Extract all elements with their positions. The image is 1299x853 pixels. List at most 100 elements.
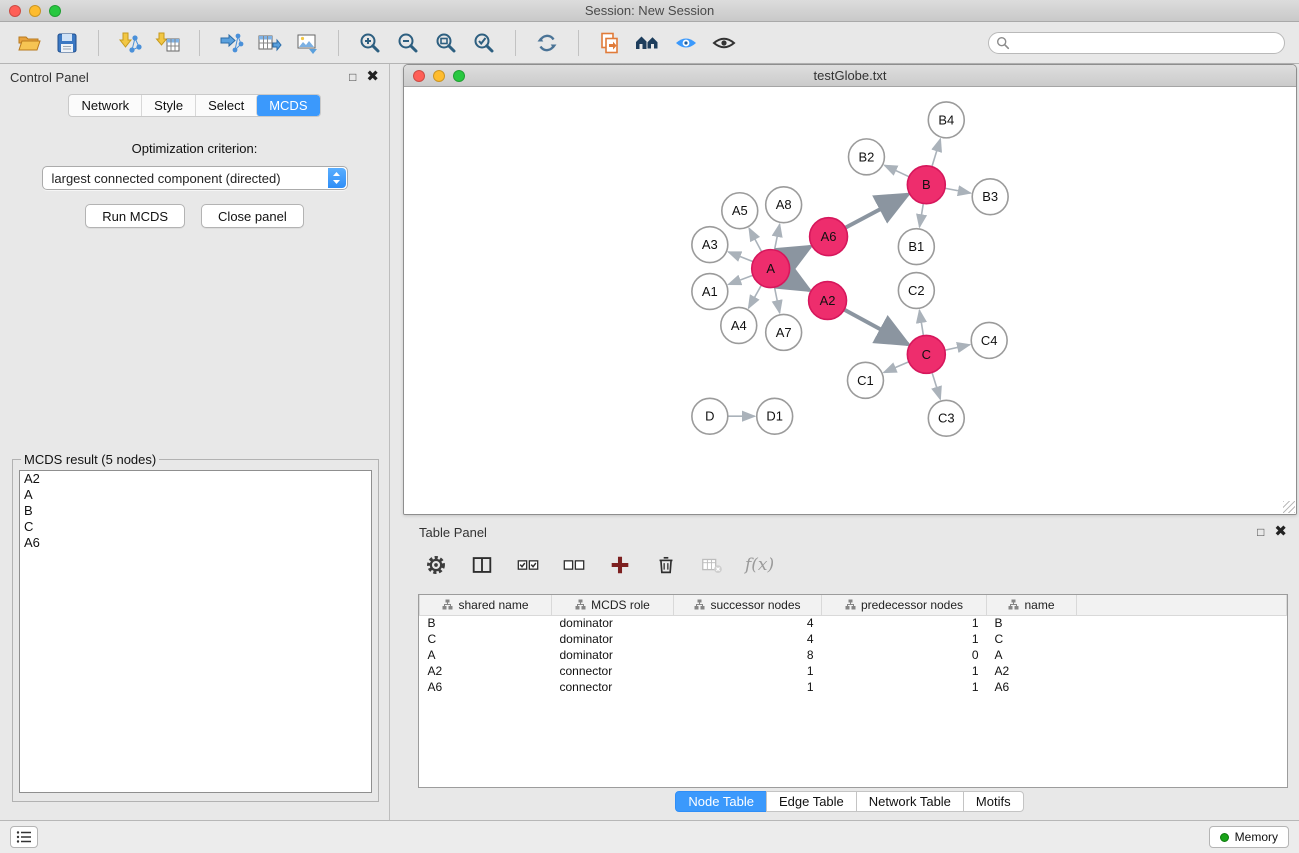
table-cell[interactable]: connector xyxy=(552,679,674,695)
column-header-name[interactable]: name xyxy=(987,595,1077,615)
zoom-in-icon[interactable] xyxy=(355,28,385,58)
table-cell[interactable]: 1 xyxy=(822,679,987,695)
graph-edge[interactable] xyxy=(728,275,752,284)
column-header-successor-nodes[interactable]: successor nodes xyxy=(674,595,822,615)
tab-select[interactable]: Select xyxy=(195,95,256,116)
table-row[interactable]: Cdominator41C xyxy=(420,631,1287,647)
table-cell[interactable]: 1 xyxy=(674,679,822,695)
tab-edge-table[interactable]: Edge Table xyxy=(766,791,857,812)
graph-edge[interactable] xyxy=(945,188,971,193)
table-cell[interactable]: 0 xyxy=(822,647,987,663)
result-item[interactable]: A xyxy=(20,487,371,503)
column-header-mcds-role[interactable]: MCDS role xyxy=(552,595,674,615)
zoom-selected-icon[interactable] xyxy=(469,28,499,58)
graph-edge[interactable] xyxy=(920,204,924,227)
network-canvas[interactable]: B4B2BB3A5A8A6A3B1AC2A1A2A4A7C4CC1DD1C3 xyxy=(404,87,1296,514)
graph-node-A3[interactable]: A3 xyxy=(692,227,728,263)
graph-edge[interactable] xyxy=(845,195,907,228)
export-image-icon[interactable] xyxy=(292,28,322,58)
graph-node-A2[interactable]: A2 xyxy=(809,282,847,320)
eye-icon[interactable] xyxy=(709,28,739,58)
graph-edge[interactable] xyxy=(945,345,970,351)
refresh-icon[interactable] xyxy=(532,28,562,58)
graph-node-A4[interactable]: A4 xyxy=(721,307,757,343)
graph-node-D[interactable]: D xyxy=(692,398,728,434)
close-panel-icon[interactable]: ✖ xyxy=(366,70,379,84)
graph-edge[interactable] xyxy=(728,252,753,262)
graph-edge[interactable] xyxy=(932,372,940,399)
mcds-result-list[interactable]: A2ABCA6 xyxy=(19,470,372,793)
table-cell[interactable]: A6 xyxy=(987,679,1077,695)
table-cell[interactable]: dominator xyxy=(552,647,674,663)
table-cell[interactable]: B xyxy=(987,615,1077,631)
table-cell[interactable]: B xyxy=(420,615,552,631)
graph-node-A8[interactable]: A8 xyxy=(766,187,802,223)
import-table-from-file-icon[interactable] xyxy=(153,28,183,58)
graph-node-B2[interactable]: B2 xyxy=(849,139,885,175)
zoom-fit-icon[interactable] xyxy=(431,28,461,58)
graph-edge[interactable] xyxy=(749,228,762,252)
close-table-panel-icon[interactable]: ✖ xyxy=(1274,525,1287,539)
graph-node-C1[interactable]: C1 xyxy=(848,362,884,398)
graph-edge[interactable] xyxy=(787,278,809,290)
tab-network-table[interactable]: Network Table xyxy=(856,791,964,812)
table-cell[interactable]: C xyxy=(420,631,552,647)
table-row[interactable]: A6connector11A6 xyxy=(420,679,1287,695)
table-cell[interactable]: A xyxy=(987,647,1077,663)
graph-node-D1[interactable]: D1 xyxy=(757,398,793,434)
table-cell[interactable]: 1 xyxy=(822,615,987,631)
graph-node-A6[interactable]: A6 xyxy=(810,218,848,256)
graph-node-B4[interactable]: B4 xyxy=(928,102,964,138)
float-panel-icon[interactable]: □ xyxy=(349,70,356,84)
graph-edge[interactable] xyxy=(787,247,810,260)
tab-network[interactable]: Network xyxy=(69,95,141,116)
tab-motifs[interactable]: Motifs xyxy=(963,791,1024,812)
zoom-out-icon[interactable] xyxy=(393,28,423,58)
column-header-shared-name[interactable]: shared name xyxy=(420,595,552,615)
open-session-icon[interactable] xyxy=(14,28,44,58)
table-cell[interactable]: A6 xyxy=(420,679,552,695)
graph-edge[interactable] xyxy=(774,287,779,313)
show-column-icon[interactable] xyxy=(469,552,495,578)
table-cell[interactable]: A2 xyxy=(420,663,552,679)
table-cell[interactable]: dominator xyxy=(552,615,674,631)
graph-node-B3[interactable]: B3 xyxy=(972,179,1008,215)
import-network-from-file-icon[interactable] xyxy=(115,28,145,58)
graph-edge[interactable] xyxy=(919,310,923,335)
graph-edge[interactable] xyxy=(932,139,940,167)
graph-edge[interactable] xyxy=(774,224,779,250)
graph-node-A[interactable]: A xyxy=(752,250,790,288)
graph-node-A1[interactable]: A1 xyxy=(692,274,728,310)
graph-node-A7[interactable]: A7 xyxy=(766,314,802,350)
table-cell[interactable]: dominator xyxy=(552,631,674,647)
table-cell[interactable]: 8 xyxy=(674,647,822,663)
optimization-criterion-dropdown[interactable]: largest connected component (directed) xyxy=(42,166,348,190)
graph-node-C3[interactable]: C3 xyxy=(928,400,964,436)
table-cell[interactable]: 1 xyxy=(822,631,987,647)
table-cell[interactable]: A xyxy=(420,647,552,663)
save-session-icon[interactable] xyxy=(52,28,82,58)
table-cell[interactable]: 4 xyxy=(674,631,822,647)
task-history-button[interactable] xyxy=(10,826,38,848)
graph-node-C2[interactable]: C2 xyxy=(898,273,934,309)
export-table-icon[interactable] xyxy=(254,28,284,58)
graph-node-C4[interactable]: C4 xyxy=(971,322,1007,358)
graph-edge[interactable] xyxy=(884,362,909,373)
graph-edge[interactable] xyxy=(885,165,910,176)
resize-handle[interactable] xyxy=(1283,501,1295,513)
table-row[interactable]: A2connector11A2 xyxy=(420,663,1287,679)
graph-edge[interactable] xyxy=(844,310,908,345)
unselect-all-columns-icon[interactable] xyxy=(561,552,587,578)
table-row[interactable]: Bdominator41B xyxy=(420,615,1287,631)
result-item[interactable]: A2 xyxy=(20,471,371,487)
select-all-columns-icon[interactable] xyxy=(515,552,541,578)
run-mcds-button[interactable]: Run MCDS xyxy=(85,204,185,228)
column-header-predecessor-nodes[interactable]: predecessor nodes xyxy=(822,595,987,615)
tab-style[interactable]: Style xyxy=(141,95,195,116)
float-table-panel-icon[interactable]: □ xyxy=(1257,525,1264,539)
result-item[interactable]: A6 xyxy=(20,535,371,551)
duplicate-view-icon[interactable] xyxy=(595,28,625,58)
search-input[interactable] xyxy=(1010,34,1284,52)
graph-node-B1[interactable]: B1 xyxy=(898,229,934,265)
delete-column-trash-icon[interactable] xyxy=(653,552,679,578)
